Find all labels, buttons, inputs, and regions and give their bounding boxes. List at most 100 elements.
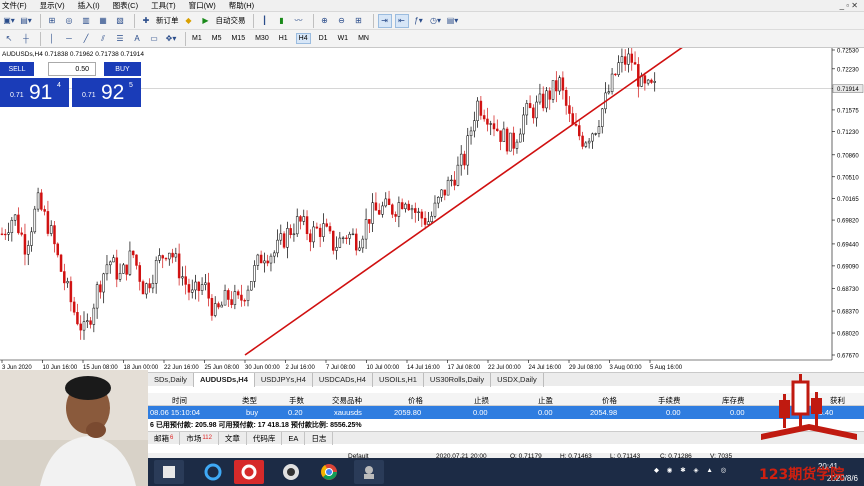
- internet-explorer-icon[interactable]: [198, 460, 228, 484]
- candle-body: [69, 281, 73, 303]
- text-icon[interactable]: A: [130, 32, 144, 46]
- tab-us30rolls-daily[interactable]: US30Rolls,Daily: [424, 372, 492, 387]
- timeframe-m15[interactable]: M15: [229, 34, 247, 43]
- autotrade-icon[interactable]: ▶: [199, 14, 213, 28]
- trendline-icon[interactable]: ╱: [79, 32, 93, 46]
- candle-body: [177, 253, 181, 279]
- zoom-in-icon[interactable]: ⊕: [318, 14, 332, 28]
- timeframe-d1[interactable]: D1: [317, 34, 330, 43]
- obs-icon[interactable]: [276, 460, 306, 484]
- menu-tools[interactable]: 工具(T): [151, 0, 176, 11]
- fibonacci-icon[interactable]: ☰: [113, 32, 127, 46]
- col-header-lots[interactable]: 手数: [289, 395, 304, 406]
- new-order-icon[interactable]: ✚: [139, 14, 153, 28]
- chart-shift-icon[interactable]: ⇤: [394, 13, 409, 28]
- arrows-icon[interactable]: ✥▾: [164, 32, 178, 46]
- candle-body: [43, 209, 46, 212]
- buy-button[interactable]: BUY: [104, 62, 141, 76]
- ask-price-box[interactable]: 0.71 92 5: [72, 78, 141, 107]
- menu-charts[interactable]: 图表(C): [113, 0, 138, 11]
- periods-icon[interactable]: ◷▾: [429, 14, 443, 28]
- bar-chart-icon[interactable]: ┃: [258, 14, 272, 28]
- tab-journal[interactable]: 日志: [305, 431, 334, 445]
- tab-articles[interactable]: 文章: [219, 431, 247, 445]
- window-controls[interactable]: _ ▫ ✕: [840, 1, 858, 10]
- strategy-tester-icon[interactable]: ▧: [113, 14, 127, 28]
- user-app-icon[interactable]: [354, 460, 384, 484]
- tile-windows-icon[interactable]: ⊞: [352, 14, 366, 28]
- templates-icon[interactable]: ▤▾: [446, 14, 460, 28]
- candle-body: [515, 141, 519, 149]
- tab-code-base[interactable]: 代码库: [247, 431, 283, 445]
- tab-usdjpys-h4[interactable]: USDJPYs,H4: [255, 372, 313, 387]
- x-tick-label: 3 Aug 00:00: [610, 365, 643, 370]
- col-header-commission[interactable]: 手续费: [658, 395, 681, 406]
- auto-scroll-icon[interactable]: ⇥: [377, 13, 392, 28]
- app-c-icon[interactable]: [234, 460, 264, 484]
- vertical-line-icon[interactable]: │: [45, 32, 59, 46]
- navigator-icon[interactable]: ▥: [79, 14, 93, 28]
- col-header-symbol[interactable]: 交易品种: [332, 395, 362, 406]
- menu-window[interactable]: 窗口(W): [189, 0, 216, 11]
- candle-body: [620, 56, 624, 63]
- bid-price-box[interactable]: 0.71 91 4: [0, 78, 69, 107]
- candle-body: [522, 114, 525, 135]
- tab-usdx-daily[interactable]: USDX,Daily: [491, 372, 544, 387]
- col-header-price[interactable]: 价格: [408, 395, 423, 406]
- channel-icon[interactable]: ⫽: [96, 32, 110, 46]
- zoom-out-icon[interactable]: ⊖: [335, 14, 349, 28]
- candlestick-icon[interactable]: ▮: [275, 14, 289, 28]
- indicators-icon[interactable]: ƒ▾: [412, 14, 426, 28]
- label-icon[interactable]: ▭: [147, 32, 161, 46]
- chrome-icon[interactable]: [314, 460, 344, 484]
- tab-market[interactable]: 市场 112: [180, 431, 219, 445]
- sell-button[interactable]: SELL: [0, 62, 34, 76]
- y-tick-label: 0.71914: [837, 87, 859, 93]
- col-header-time[interactable]: 时间: [172, 395, 187, 406]
- cursor-icon[interactable]: ↖: [2, 32, 16, 46]
- new-order-button[interactable]: 新订单: [156, 14, 179, 28]
- candle-body: [131, 250, 135, 256]
- tab-usoils-h1[interactable]: USOILs,H1: [373, 372, 424, 387]
- menu-help[interactable]: 帮助(H): [229, 0, 254, 11]
- terminal-icon[interactable]: ▦: [96, 14, 110, 28]
- file-explorer-icon[interactable]: [154, 460, 184, 484]
- timeframe-m1[interactable]: M1: [190, 34, 204, 43]
- candle-body: [486, 118, 489, 125]
- col-header-current-price[interactable]: 价格: [602, 395, 617, 406]
- horizontal-line-icon[interactable]: ─: [62, 32, 76, 46]
- col-header-type[interactable]: 类型: [242, 395, 257, 406]
- cell-open-price: 2059.80: [394, 408, 422, 417]
- timeframe-m30[interactable]: M30: [253, 34, 271, 43]
- timeframe-h1[interactable]: H1: [277, 34, 290, 43]
- tray-icons[interactable]: ◆ ◉ ✱ ◈ ▲ ◎: [654, 466, 729, 474]
- candle-body: [207, 282, 210, 299]
- tab-audusds-h4[interactable]: AUDUSDs,H4: [193, 372, 255, 387]
- candle-body: [276, 239, 279, 254]
- autotrade-button[interactable]: 自动交易: [216, 14, 246, 28]
- timeframe-mn[interactable]: MN: [356, 34, 371, 43]
- crosshair-icon[interactable]: ┼: [19, 32, 33, 46]
- tab-experts[interactable]: EA: [282, 431, 306, 445]
- timeframe-w1[interactable]: W1: [336, 34, 351, 43]
- market-watch-icon[interactable]: ⊞: [45, 14, 59, 28]
- tab-mailbox[interactable]: 邮箱 6: [148, 431, 181, 445]
- tab-sds-daily[interactable]: SDs,Daily: [148, 372, 194, 387]
- timeframe-m5[interactable]: M5: [210, 34, 224, 43]
- col-header-tp[interactable]: 止盈: [538, 395, 553, 406]
- tab-usdcads-h4[interactable]: USDCADs,H4: [313, 372, 373, 387]
- data-window-icon[interactable]: ◎: [62, 14, 76, 28]
- menu-insert[interactable]: 插入(I): [78, 0, 100, 11]
- candle-body: [420, 211, 424, 219]
- lot-size-input[interactable]: 0.50: [48, 62, 96, 76]
- timeframe-h4[interactable]: H4: [295, 33, 311, 44]
- candle-body: [194, 281, 197, 291]
- metaeditor-icon[interactable]: ◆: [182, 14, 196, 28]
- profiles-icon[interactable]: ▤▾: [19, 14, 33, 28]
- menu-file[interactable]: 文件(F): [2, 0, 27, 11]
- col-header-swap[interactable]: 库存费: [722, 395, 745, 406]
- menu-view[interactable]: 显示(V): [40, 0, 65, 11]
- new-chart-icon[interactable]: ▣▾: [2, 14, 16, 28]
- col-header-sl[interactable]: 止损: [474, 395, 489, 406]
- line-chart-icon[interactable]: 〰: [292, 14, 306, 28]
